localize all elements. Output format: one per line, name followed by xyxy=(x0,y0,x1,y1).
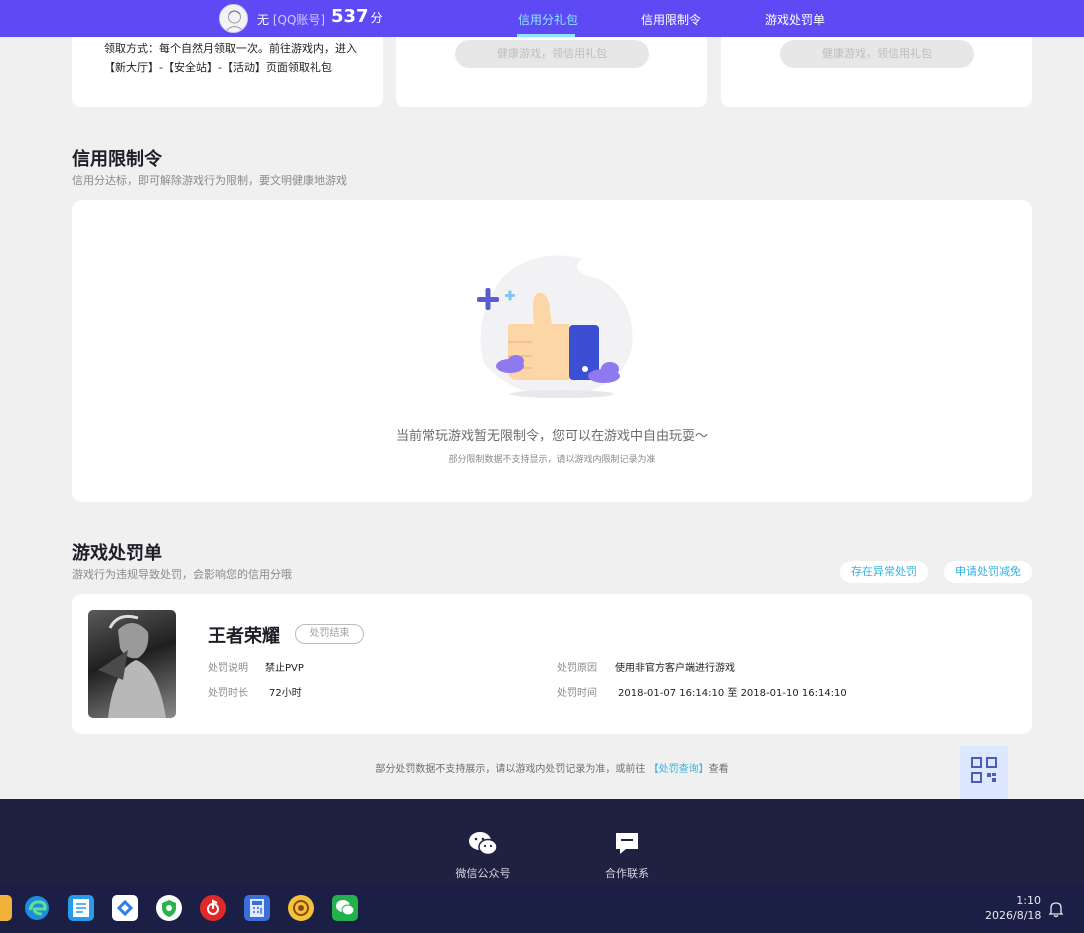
wechat-app-icon[interactable] xyxy=(332,895,358,921)
credit-score-value: 537 xyxy=(331,6,369,27)
punishment-duration-value: 72小时 xyxy=(269,688,302,699)
thumbs-up-illustration xyxy=(477,255,633,398)
wechat-label: 微信公众号 xyxy=(455,867,511,880)
user-name: 无 [QQ账号] xyxy=(257,11,325,28)
credit-score: 537 分 xyxy=(331,6,383,27)
wechat-glyph xyxy=(336,900,355,916)
contact-label: 合作联系 xyxy=(605,867,649,880)
restriction-card: 当前常玩游戏暂无限制令，您可以在游戏中自由玩耍～ 部分限制数据不支持显示，请以游… xyxy=(72,200,1032,502)
avatar-image xyxy=(224,10,245,32)
footer-wechat[interactable]: 微信公众号 xyxy=(443,831,523,881)
qr-code-icon xyxy=(971,756,997,783)
gift-card-3: 健康游戏，领信用礼包 xyxy=(721,37,1032,107)
edge-browser-icon[interactable] xyxy=(24,895,50,921)
security-app-icon[interactable] xyxy=(156,895,182,921)
music-app-icon[interactable] xyxy=(200,895,226,921)
qr-code-button[interactable] xyxy=(960,746,1008,793)
folder-icon[interactable] xyxy=(0,895,12,921)
restriction-subtitle: 信用分达标，即可解除游戏行为限制，要文明健康地游戏 xyxy=(72,174,347,187)
punishment-reason-label: 处罚原因 xyxy=(557,663,597,674)
report-abnormal-punishment-button[interactable]: 存在异常处罚 xyxy=(840,561,928,583)
punishment-time-value: 2018-01-07 16:14:10 至 2018-01-10 16:14:1… xyxy=(618,688,847,699)
punishment-desc-value: 禁止PVP xyxy=(265,663,304,674)
chat-bubble-icon xyxy=(616,833,638,854)
notepad-glyph xyxy=(73,899,89,917)
page-footer: 微信公众号 合作联系 xyxy=(0,799,1084,885)
wechat-icon xyxy=(469,832,498,856)
footnote-tail: 查看 xyxy=(708,764,729,775)
tab-credit-restriction[interactable]: 信用限制令 xyxy=(641,11,701,28)
claim-gift-button[interactable]: 健康游戏，领信用礼包 xyxy=(455,40,649,68)
tab-game-punishment[interactable]: 游戏处罚单 xyxy=(765,11,825,28)
punishment-subtitle: 游戏行为违规导致处罚，会影响您的信用分哦 xyxy=(72,568,292,581)
footer-contact[interactable]: 合作联系 xyxy=(587,831,667,881)
gift-card-1: 领取方式：每个自然月领取一次。前往游戏内，进入【新大厅】-【安全站】-【活动】页… xyxy=(72,37,383,107)
os-taskbar: 1:10 2026/8/18 xyxy=(0,885,1084,933)
claim-gift-button[interactable]: 健康游戏，领信用礼包 xyxy=(780,40,974,68)
avatar[interactable] xyxy=(219,4,248,33)
tool-glyph xyxy=(116,899,134,917)
punishment-reason-value: 使用非官方客户端进行游戏 xyxy=(615,663,735,674)
punishment-title: 游戏处罚单 xyxy=(72,543,162,564)
clock-date: 2026/8/18 xyxy=(985,909,1042,922)
music-icon xyxy=(207,899,219,915)
notification-bell-icon[interactable] xyxy=(1047,900,1065,918)
shield-icon xyxy=(162,900,176,917)
calculator-glyph xyxy=(250,899,264,917)
punishment-footnote: 部分处罚数据不支持展示，请以游戏内处罚记录为准，或前往 【处罚查询】查看 xyxy=(0,760,1084,775)
game-thumbnail xyxy=(88,610,176,718)
clock-time: 1:10 xyxy=(1016,894,1041,907)
gift-card-2: 健康游戏，领信用礼包 xyxy=(396,37,707,107)
credit-score-unit: 分 xyxy=(370,11,383,25)
notepad-icon[interactable] xyxy=(68,895,94,921)
punishment-desc-label: 处罚说明 xyxy=(208,663,248,674)
punishment-query-link[interactable]: 【处罚查询】 xyxy=(649,764,709,775)
calculator-icon[interactable] xyxy=(244,895,270,921)
punishment-time-label: 处罚时间 xyxy=(557,688,597,699)
system-clock[interactable]: 1:10 2026/8/18 xyxy=(985,893,1041,923)
punishment-record-card: 王者荣耀 处罚结束 处罚说明 禁止PVP 处罚时长 72小时 处罚原因 使用非官… xyxy=(72,594,1032,734)
app-blue-icon[interactable] xyxy=(112,895,138,921)
punishment-duration-label: 处罚时长 xyxy=(208,688,248,699)
tab-credit-gift[interactable]: 信用分礼包 xyxy=(518,11,578,28)
user-name-text: 无 xyxy=(257,13,270,27)
game-name: 王者荣耀 xyxy=(208,626,280,647)
gift-claim-method: 领取方式：每个自然月领取一次。前往游戏内，进入【新大厅】-【安全站】-【活动】页… xyxy=(104,42,357,74)
top-nav: 无 [QQ账号] 537 分 信用分礼包 信用限制令 游戏处罚单 xyxy=(0,0,1084,37)
restriction-empty-message: 当前常玩游戏暂无限制令，您可以在游戏中自由玩耍～ xyxy=(395,429,708,444)
apply-punishment-reduction-button[interactable]: 申请处罚减免 xyxy=(944,561,1032,583)
account-type: [QQ账号] xyxy=(272,13,326,27)
footnote-text: 部分处罚数据不支持展示，请以游戏内处罚记录为准，或前往 xyxy=(375,764,649,775)
punishment-status-badge: 处罚结束 xyxy=(295,624,364,644)
game-center-icon[interactable] xyxy=(288,895,314,921)
game-hero-art xyxy=(98,614,166,718)
restriction-note: 部分限制数据不支持显示，请以游戏内限制记录为准 xyxy=(448,455,656,465)
restriction-title: 信用限制令 xyxy=(72,149,162,170)
target-icon xyxy=(293,900,309,916)
edge-icon xyxy=(25,896,49,920)
